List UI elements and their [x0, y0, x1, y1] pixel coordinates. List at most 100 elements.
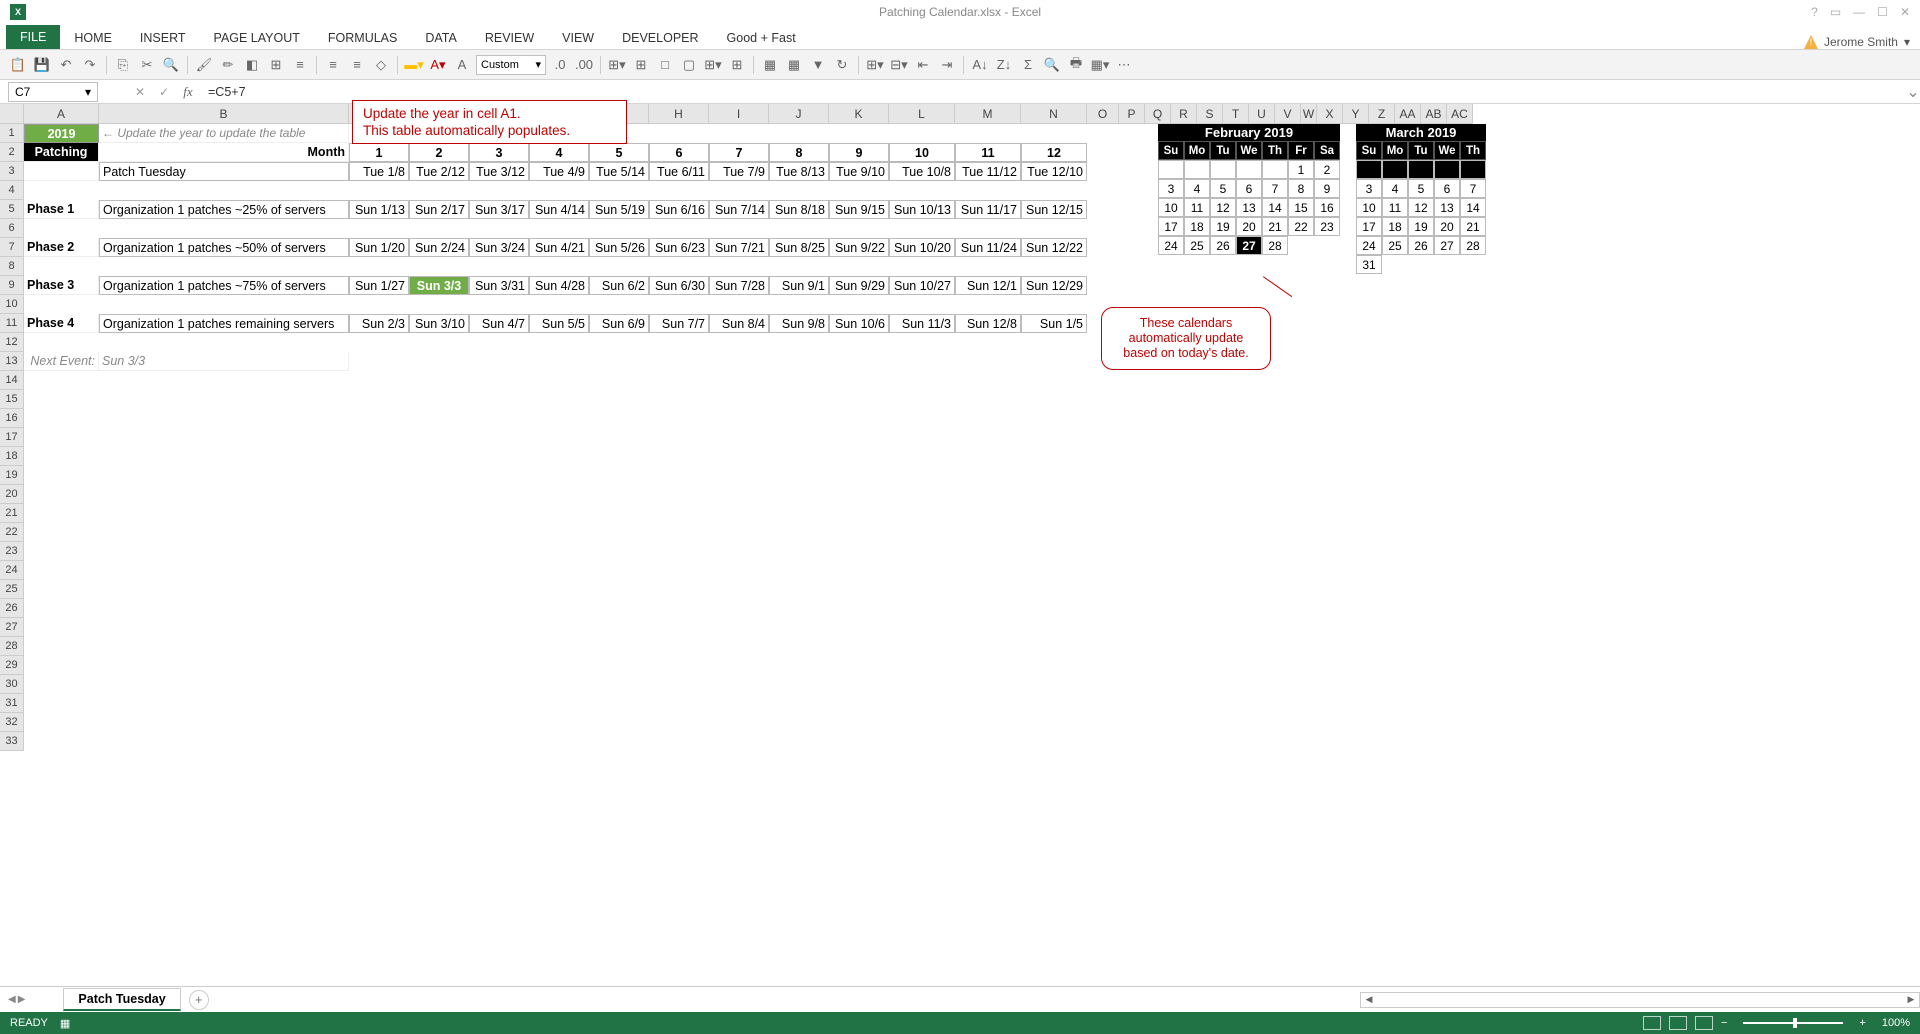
row-header[interactable]: 1 — [0, 124, 23, 143]
row-header[interactable]: 19 — [0, 466, 23, 485]
cell[interactable]: Tue 9/10 — [829, 162, 889, 181]
cell[interactable]: Sun 12/1 — [955, 276, 1021, 295]
cell[interactable]: Next Event: — [24, 352, 99, 371]
indent-right-icon[interactable]: ⇥ — [937, 55, 957, 75]
zoom-level[interactable]: 100% — [1882, 1017, 1910, 1029]
cell[interactable]: Sun 11/3 — [889, 314, 955, 333]
cell[interactable]: Sun 1/20 — [349, 238, 409, 257]
cell[interactable]: Sun 11/17 — [955, 200, 1021, 219]
col-header[interactable]: U — [1249, 104, 1275, 123]
col-header[interactable]: Z — [1369, 104, 1395, 123]
fill-color-icon[interactable]: ▬▾ — [404, 55, 424, 75]
autosum-icon[interactable]: Σ — [1018, 55, 1038, 75]
border-all-icon[interactable]: ⊞ — [631, 55, 651, 75]
col-header[interactable]: S — [1197, 104, 1223, 123]
cell[interactable]: Sun 5/26 — [589, 238, 649, 257]
add-sheet-button[interactable]: + — [189, 990, 209, 1010]
col-header[interactable]: B — [99, 104, 349, 123]
increase-decimal-icon[interactable]: .0 — [550, 55, 570, 75]
cell[interactable]: Tue 3/12 — [469, 162, 529, 181]
row-header[interactable]: 24 — [0, 561, 23, 580]
cell[interactable]: Tue 12/10 — [1021, 162, 1087, 181]
cell[interactable]: 11 — [955, 143, 1021, 162]
row-header[interactable]: 23 — [0, 542, 23, 561]
column-headers[interactable]: ABCDEFGHIJKLMNOPQRSTUVWXYZAAABAC — [24, 104, 1473, 124]
name-box[interactable]: C7▾ — [8, 82, 98, 102]
redo-icon[interactable]: ↷ — [80, 55, 100, 75]
cell[interactable]: Month — [99, 143, 349, 162]
cell[interactable]: Sun 6/9 — [589, 314, 649, 333]
sheet-tab-active[interactable]: Patch Tuesday — [63, 988, 180, 1011]
cell[interactable]: 12 — [1021, 143, 1087, 162]
col-header[interactable]: K — [829, 104, 889, 123]
cell[interactable]: Sun 7/21 — [709, 238, 769, 257]
tab-data[interactable]: DATA — [411, 27, 470, 49]
cell[interactable]: Sun 2/3 — [349, 314, 409, 333]
ribbon-options-icon[interactable]: ▭ — [1830, 5, 1841, 19]
freeze-icon[interactable]: ▦ — [760, 55, 780, 75]
cell[interactable]: 1 — [349, 143, 409, 162]
col-header[interactable]: O — [1087, 104, 1119, 123]
tab-insert[interactable]: INSERT — [126, 27, 200, 49]
cell[interactable]: Organization 1 patches ~25% of servers — [99, 200, 349, 219]
cell[interactable]: Sun 3/17 — [469, 200, 529, 219]
select-all-corner[interactable] — [0, 104, 24, 124]
cell[interactable]: Sun 3/10 — [409, 314, 469, 333]
cell[interactable]: Sun 1/27 — [349, 276, 409, 295]
tab-good-fast[interactable]: Good + Fast — [713, 27, 810, 49]
cancel-formula-icon[interactable]: ✕ — [128, 82, 152, 102]
fx-icon[interactable]: fx — [176, 82, 200, 102]
col-header[interactable]: W — [1301, 104, 1317, 123]
cell[interactable]: 4 — [529, 143, 589, 162]
row-header[interactable]: 7 — [0, 238, 23, 257]
row-header[interactable]: 33 — [0, 732, 23, 751]
insert-icon[interactable]: ⊞▾ — [703, 55, 723, 75]
decrease-decimal-icon[interactable]: .00 — [574, 55, 594, 75]
sheet-nav-first-icon[interactable]: ◀ — [8, 994, 16, 1005]
sort-asc-icon[interactable]: A↓ — [970, 55, 990, 75]
close-icon[interactable]: ✕ — [1900, 5, 1910, 19]
col-header[interactable]: L — [889, 104, 955, 123]
cell[interactable]: Sun 3/3 — [99, 352, 349, 371]
cell[interactable]: Tue 10/8 — [889, 162, 955, 181]
row-header[interactable]: 15 — [0, 390, 23, 409]
table-icon[interactable]: ⊞ — [727, 55, 747, 75]
cell[interactable]: Sun 5/19 — [589, 200, 649, 219]
merge-icon[interactable]: ⊞ — [266, 55, 286, 75]
cell[interactable]: Sun 7/7 — [649, 314, 709, 333]
number-format-select[interactable]: Custom▾ — [476, 55, 546, 75]
more-icon[interactable]: ⋯ — [1114, 55, 1134, 75]
delete-cells-icon[interactable]: ⊟▾ — [889, 55, 909, 75]
sort-desc-icon[interactable]: Z↓ — [994, 55, 1014, 75]
filter-icon[interactable]: ▼ — [808, 55, 828, 75]
borders-icon[interactable]: ⊞▾ — [607, 55, 627, 75]
row-header[interactable]: 16 — [0, 409, 23, 428]
row-header[interactable]: 32 — [0, 713, 23, 732]
cells[interactable]: 2019← Update the year to update the tabl… — [24, 124, 1087, 751]
horizontal-scrollbar[interactable]: ◀ ▶ — [1360, 992, 1920, 1008]
shapes-icon[interactable]: ◇ — [371, 55, 391, 75]
minimize-icon[interactable]: — — [1853, 5, 1865, 19]
zoom-out-icon[interactable]: − — [1721, 1017, 1727, 1029]
copy-icon[interactable]: ⎘ — [113, 55, 133, 75]
cell[interactable]: Sun 9/29 — [829, 276, 889, 295]
cell[interactable]: Sun 9/8 — [769, 314, 829, 333]
view-break-icon[interactable] — [1695, 1016, 1713, 1030]
row-header[interactable]: 4 — [0, 181, 23, 200]
cell[interactable]: 7 — [709, 143, 769, 162]
view-normal-icon[interactable] — [1643, 1016, 1661, 1030]
cell[interactable]: 2019 — [24, 124, 99, 143]
cell[interactable]: Sun 6/23 — [649, 238, 709, 257]
cell[interactable]: Sun 8/25 — [769, 238, 829, 257]
cell[interactable]: Sun 7/14 — [709, 200, 769, 219]
cell[interactable]: Sun 12/8 — [955, 314, 1021, 333]
row-header[interactable]: 30 — [0, 675, 23, 694]
reapply-icon[interactable]: ↻ — [832, 55, 852, 75]
col-header[interactable]: N — [1021, 104, 1087, 123]
tab-file[interactable]: FILE — [6, 25, 60, 49]
cell[interactable]: Phase 4 — [24, 314, 99, 333]
row-header[interactable]: 29 — [0, 656, 23, 675]
tab-formulas[interactable]: FORMULAS — [314, 27, 411, 49]
tab-review[interactable]: REVIEW — [471, 27, 548, 49]
cell[interactable]: Sun 8/18 — [769, 200, 829, 219]
